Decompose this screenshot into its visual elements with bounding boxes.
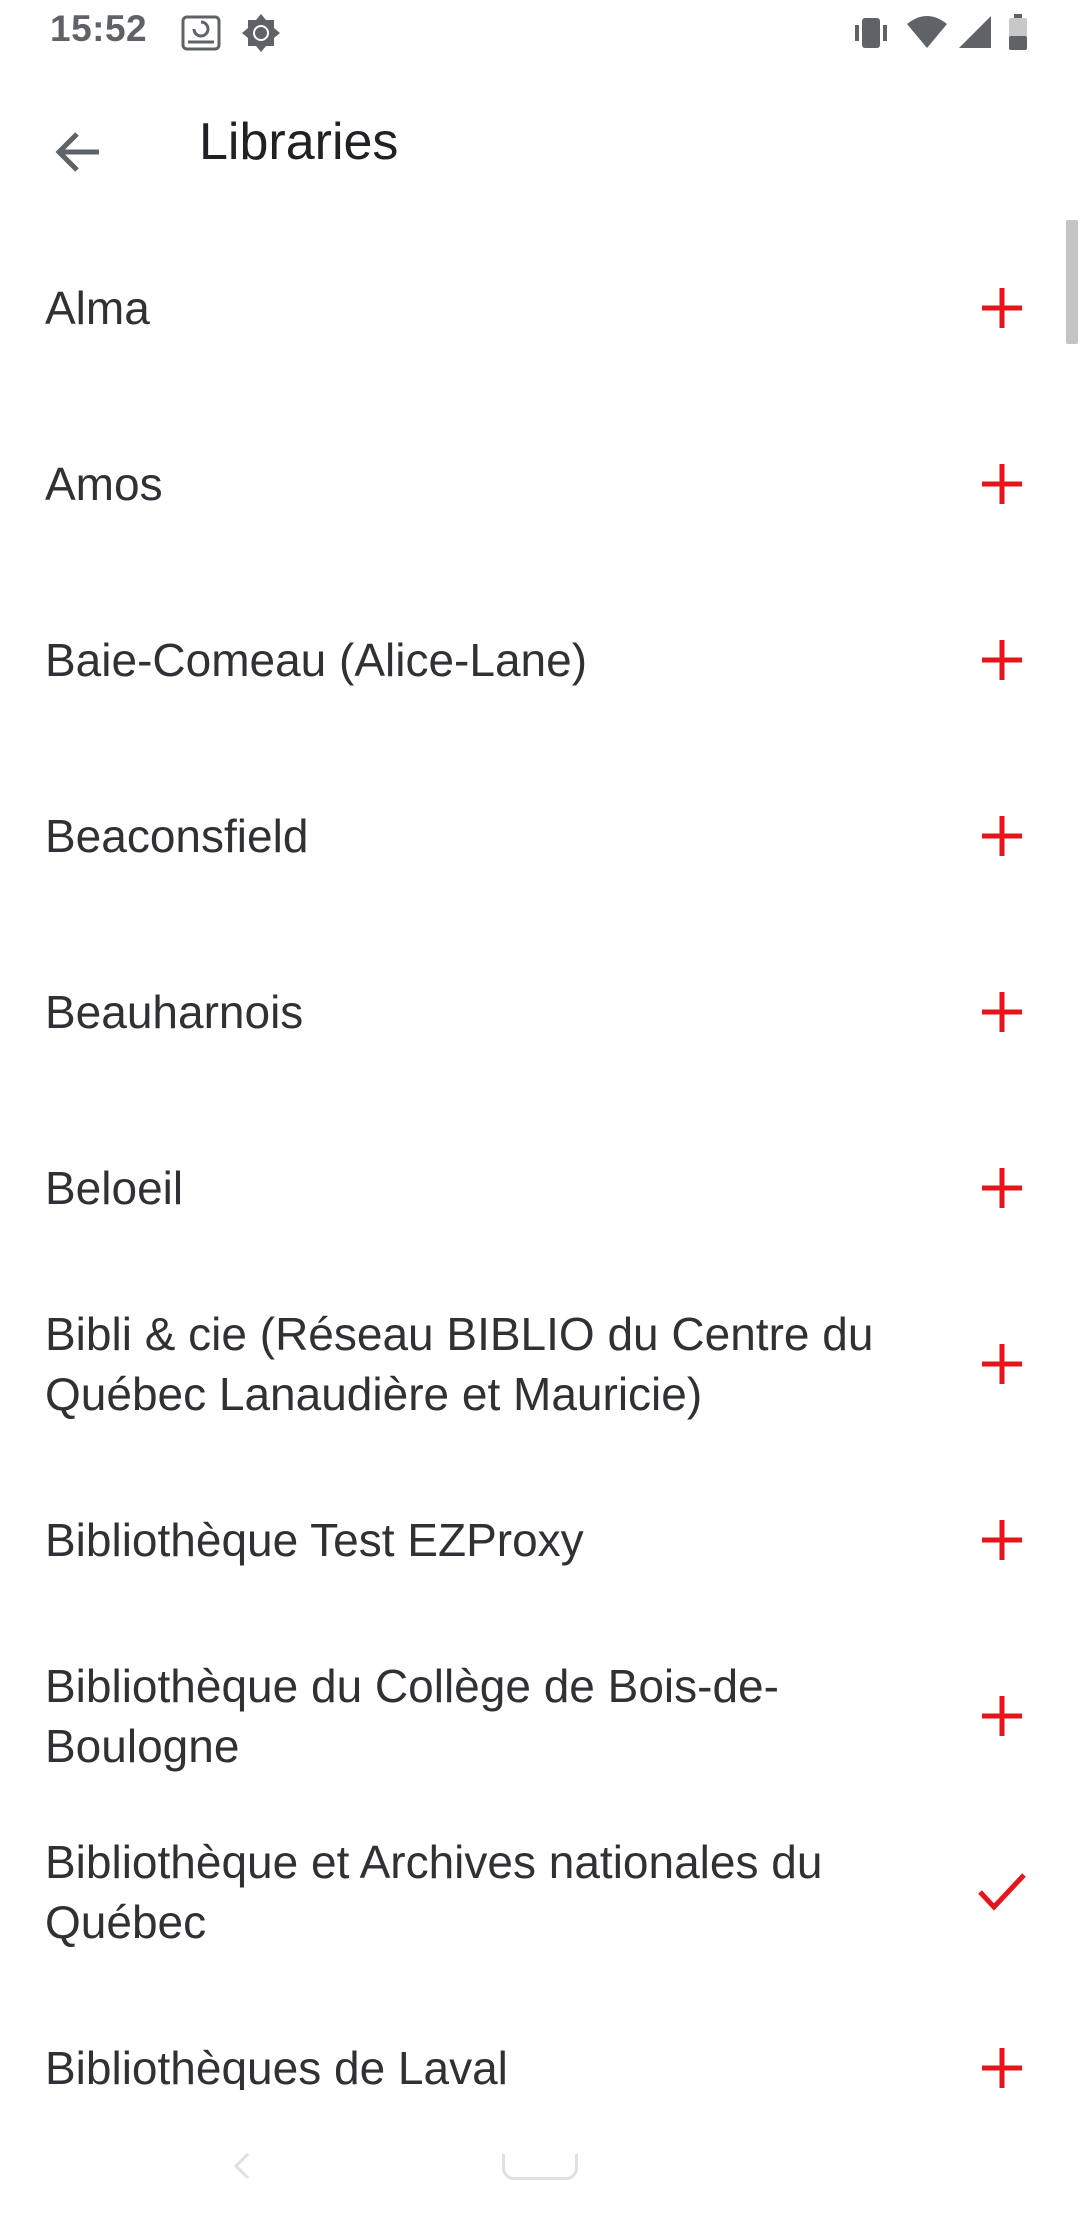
nav-home-pill-icon[interactable] <box>502 2154 578 2180</box>
library-list[interactable]: Alma Amos Baie-Comeau (Alice-Lane) Beaco… <box>0 220 1080 2090</box>
status-time: 15:52 <box>50 8 148 49</box>
plus-icon <box>982 1168 1022 1208</box>
add-library-button[interactable] <box>966 1152 1038 1224</box>
vibrate-icon <box>850 12 892 59</box>
selected-library-button[interactable] <box>966 1856 1038 1928</box>
add-library-button[interactable] <box>966 1328 1038 1400</box>
wifi-icon <box>905 12 949 59</box>
plus-icon <box>982 1520 1022 1560</box>
plus-icon <box>982 640 1022 680</box>
plus-icon <box>982 1344 1022 1384</box>
library-row[interactable]: Bibliothèque du Collège de Bois-de-Boulo… <box>0 1628 1080 1804</box>
nav-back-icon[interactable] <box>224 2148 260 2184</box>
library-name: Amos <box>45 458 163 510</box>
library-row[interactable]: Bibliothèque Test EZProxy <box>0 1452 1080 1628</box>
plus-icon <box>982 816 1022 856</box>
library-row[interactable]: Alma <box>0 220 1080 396</box>
add-library-button[interactable] <box>966 800 1038 872</box>
battery-icon <box>1006 12 1030 59</box>
library-name: Beauharnois <box>45 986 304 1038</box>
library-row[interactable]: Amos <box>0 396 1080 572</box>
add-library-button[interactable] <box>966 976 1038 1048</box>
library-name: Beaconsfield <box>45 810 309 862</box>
app-bar: Libraries <box>0 64 1080 224</box>
scrollbar[interactable] <box>1066 220 1078 344</box>
library-row[interactable]: Beloeil <box>0 1100 1080 1276</box>
library-name: Beloeil <box>45 1162 184 1214</box>
add-library-button[interactable] <box>966 448 1038 520</box>
brightness-icon <box>240 12 282 59</box>
library-name: Bibliothèque et Archives nationales du Q… <box>45 1836 823 1948</box>
add-library-button[interactable] <box>966 624 1038 696</box>
library-row-selected[interactable]: Bibliothèque et Archives nationales du Q… <box>0 1804 1080 1980</box>
library-name: Baie-Comeau (Alice-Lane) <box>45 634 588 686</box>
library-name: Bibli & cie (Réseau BIBLIO du Centre du … <box>45 1308 874 1420</box>
library-name: Bibliothèque du Collège de Bois-de-Boulo… <box>45 1660 779 1772</box>
library-row[interactable]: Bibliothèques de Laval <box>0 1980 1080 2090</box>
library-row[interactable]: Beaconsfield <box>0 748 1080 924</box>
back-button[interactable] <box>38 114 118 194</box>
library-row[interactable]: Bibli & cie (Réseau BIBLIO du Centre du … <box>0 1276 1080 1452</box>
plus-icon <box>982 1696 1022 1736</box>
status-bar: 15:52 <box>0 0 1080 64</box>
add-library-button[interactable] <box>966 272 1038 344</box>
library-name: Bibliothèques de Laval <box>45 2042 508 2090</box>
navigation-bar <box>0 2110 1080 2220</box>
arrow-back-icon <box>53 127 103 182</box>
add-library-button[interactable] <box>966 2032 1038 2090</box>
check-icon <box>978 1873 1026 1911</box>
plus-icon <box>982 464 1022 504</box>
add-library-button[interactable] <box>966 1504 1038 1576</box>
library-name: Bibliothèque Test EZProxy <box>45 1514 584 1566</box>
library-row[interactable]: Beauharnois <box>0 924 1080 1100</box>
plus-icon <box>982 2048 1022 2088</box>
page-title: Libraries <box>199 113 399 171</box>
plus-icon <box>982 992 1022 1032</box>
alert-drive-icon <box>180 12 222 59</box>
library-row[interactable]: Baie-Comeau (Alice-Lane) <box>0 572 1080 748</box>
plus-icon <box>982 288 1022 328</box>
cell-signal-icon <box>955 12 995 59</box>
library-name: Alma <box>45 282 150 334</box>
add-library-button[interactable] <box>966 1680 1038 1752</box>
